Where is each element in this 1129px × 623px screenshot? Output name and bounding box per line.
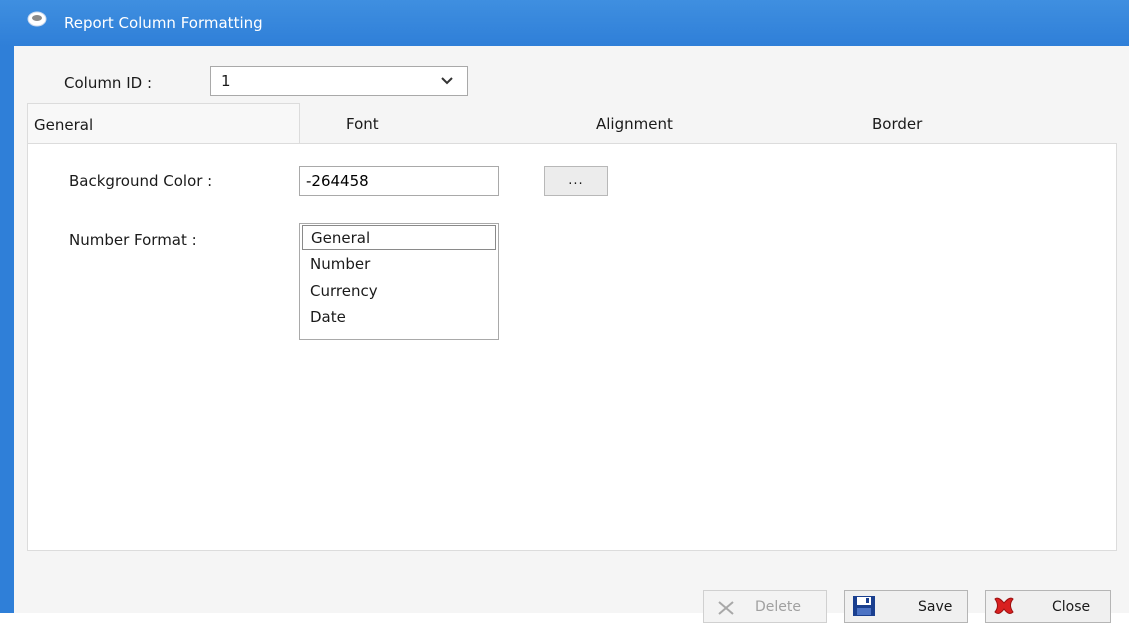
list-item-label: Date <box>310 308 346 326</box>
close-button[interactable]: Close <box>985 590 1111 623</box>
tab-general-label: General <box>34 116 94 134</box>
app-icon <box>27 11 47 27</box>
tab-border-label: Border <box>872 115 923 133</box>
color-browse-button[interactable]: ... <box>544 166 608 196</box>
column-id-label: Column ID : <box>64 74 153 92</box>
save-button[interactable]: Save <box>844 590 968 623</box>
tab-font[interactable]: Font <box>300 103 570 143</box>
list-item-label: Number <box>310 255 371 273</box>
background-color-input[interactable] <box>306 172 491 190</box>
title-bar[interactable]: Report Column Formatting <box>0 0 1129 46</box>
x-icon <box>718 601 734 615</box>
list-item-label: General <box>311 229 371 247</box>
list-item[interactable]: Date <box>302 305 496 330</box>
background-color-field[interactable] <box>299 166 499 196</box>
list-item[interactable]: General <box>302 225 496 250</box>
column-id-value: 1 <box>221 72 231 90</box>
window-title: Report Column Formatting <box>64 14 263 32</box>
general-tab-panel <box>27 143 1117 551</box>
number-format-label: Number Format : <box>69 231 197 249</box>
tab-general[interactable]: General <box>27 103 300 143</box>
column-id-combobox[interactable]: 1 <box>210 66 468 96</box>
tab-alignment[interactable]: Alignment <box>570 103 840 143</box>
tab-border[interactable]: Border <box>840 103 1117 143</box>
background-color-label: Background Color : <box>69 172 213 190</box>
chevron-down-icon[interactable] <box>441 77 453 85</box>
list-item-label: Currency <box>310 282 378 300</box>
red-x-icon <box>994 597 1014 614</box>
tab-strip: General Font Alignment Border <box>27 103 1117 143</box>
window-left-border <box>0 46 14 613</box>
delete-button[interactable]: Delete <box>703 590 827 623</box>
tab-alignment-label: Alignment <box>596 115 673 133</box>
dialog-window: Report Column Formatting Column ID : 1 G… <box>0 0 1129 623</box>
floppy-disk-icon <box>853 596 875 616</box>
tab-font-label: Font <box>346 115 379 133</box>
number-format-listbox[interactable]: General Number Currency Date <box>299 223 499 340</box>
list-item[interactable]: Currency <box>302 279 496 304</box>
list-item[interactable]: Number <box>302 252 496 277</box>
